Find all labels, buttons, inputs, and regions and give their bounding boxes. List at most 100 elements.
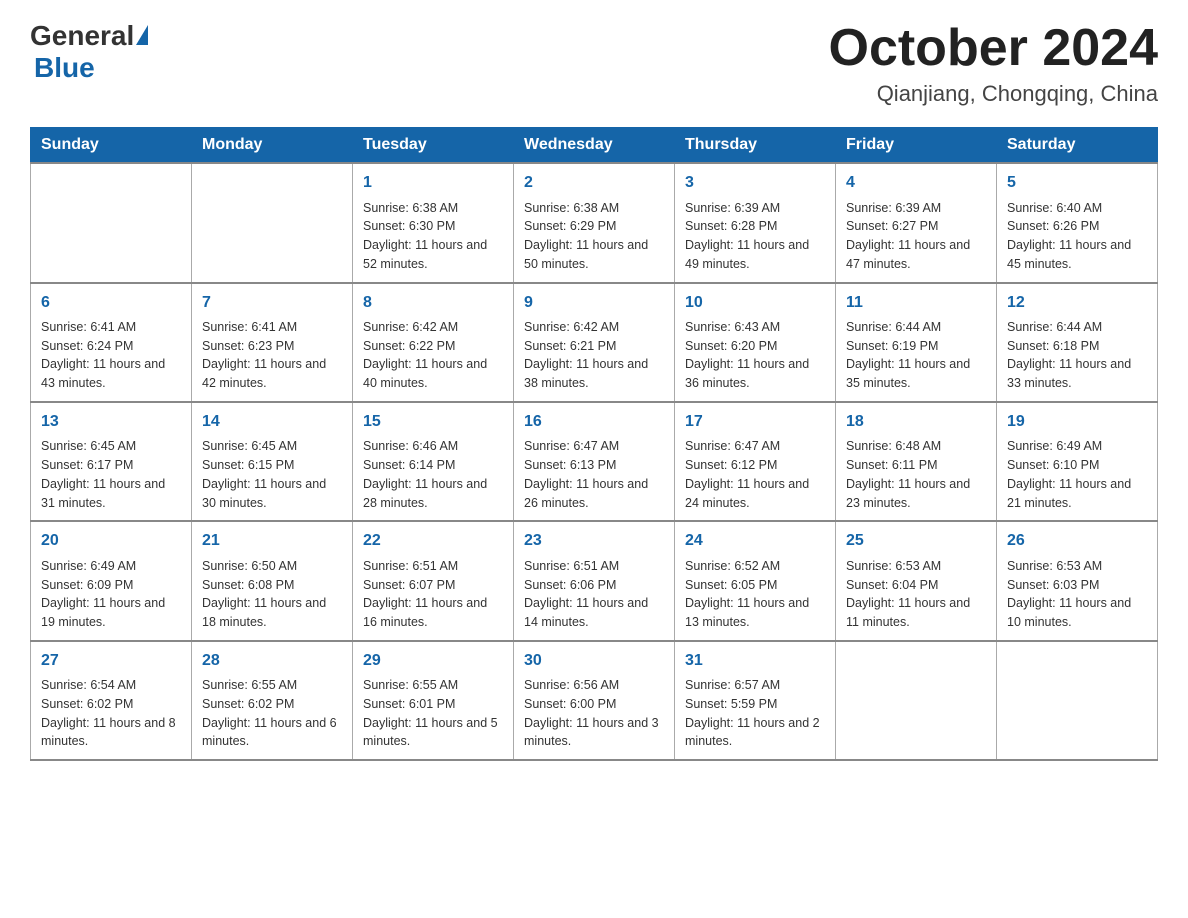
logo-area: General Blue — [30, 20, 148, 84]
day-info: Sunrise: 6:46 AMSunset: 6:14 PMDaylight:… — [363, 437, 503, 512]
day-info: Sunrise: 6:51 AMSunset: 6:06 PMDaylight:… — [524, 557, 664, 632]
column-header-wednesday: Wednesday — [514, 128, 675, 164]
day-cell: 18 Sunrise: 6:48 AMSunset: 6:11 PMDayligh… — [836, 402, 997, 521]
day-cell: 23 Sunrise: 6:51 AMSunset: 6:06 PMDayligh… — [514, 521, 675, 640]
day-cell: 4 Sunrise: 6:39 AMSunset: 6:27 PMDaylight… — [836, 163, 997, 282]
day-cell: 20 Sunrise: 6:49 AMSunset: 6:09 PMDayligh… — [31, 521, 192, 640]
day-number: 5 — [1007, 172, 1147, 194]
day-cell: 16 Sunrise: 6:47 AMSunset: 6:13 PMDayligh… — [514, 402, 675, 521]
day-info: Sunrise: 6:42 AMSunset: 6:22 PMDaylight:… — [363, 318, 503, 393]
day-cell: 24Sunrise: 6:52 AMSunset: 6:05 PMDayligh… — [675, 521, 836, 640]
day-cell: 26 Sunrise: 6:53 AMSunset: 6:03 PMDayligh… — [997, 521, 1158, 640]
day-number: 7 — [202, 292, 342, 314]
day-cell: 31Sunrise: 6:57 AMSunset: 5:59 PMDayligh… — [675, 641, 836, 760]
day-info: Sunrise: 6:47 AMSunset: 6:12 PMDaylight:… — [685, 437, 825, 512]
logo-triangle-icon — [136, 25, 148, 45]
day-number: 21 — [202, 530, 342, 552]
day-info: Sunrise: 6:42 AMSunset: 6:21 PMDaylight:… — [524, 318, 664, 393]
day-cell: 14Sunrise: 6:45 AMSunset: 6:15 PMDayligh… — [192, 402, 353, 521]
day-number: 27 — [41, 650, 181, 672]
day-info: Sunrise: 6:39 AMSunset: 6:27 PMDaylight:… — [846, 199, 986, 274]
day-cell — [836, 641, 997, 760]
day-info: Sunrise: 6:41 AMSunset: 6:24 PMDaylight:… — [41, 318, 181, 393]
day-number: 11 — [846, 292, 986, 314]
week-row-4: 20 Sunrise: 6:49 AMSunset: 6:09 PMDayligh… — [31, 521, 1158, 640]
day-info: Sunrise: 6:41 AMSunset: 6:23 PMDaylight:… — [202, 318, 342, 393]
day-cell: 27 Sunrise: 6:54 AMSunset: 6:02 PMDayligh… — [31, 641, 192, 760]
day-info: Sunrise: 6:56 AMSunset: 6:00 PMDaylight:… — [524, 676, 664, 751]
day-number: 19 — [1007, 411, 1147, 433]
day-cell — [31, 163, 192, 282]
day-cell: 13Sunrise: 6:45 AMSunset: 6:17 PMDayligh… — [31, 402, 192, 521]
day-info: Sunrise: 6:55 AMSunset: 6:02 PMDaylight:… — [202, 676, 342, 751]
day-number: 1 — [363, 172, 503, 194]
day-cell: 25Sunrise: 6:53 AMSunset: 6:04 PMDayligh… — [836, 521, 997, 640]
day-info: Sunrise: 6:54 AMSunset: 6:02 PMDaylight:… — [41, 676, 181, 751]
column-header-saturday: Saturday — [997, 128, 1158, 164]
day-number: 2 — [524, 172, 664, 194]
calendar-table: SundayMondayTuesdayWednesdayThursdayFrid… — [30, 127, 1158, 761]
day-cell: 29 Sunrise: 6:55 AMSunset: 6:01 PMDayligh… — [353, 641, 514, 760]
day-number: 30 — [524, 650, 664, 672]
logo-general-text: General — [30, 20, 134, 52]
day-number: 15 — [363, 411, 503, 433]
day-number: 23 — [524, 530, 664, 552]
day-number: 17 — [685, 411, 825, 433]
week-row-2: 6 Sunrise: 6:41 AMSunset: 6:24 PMDaylight… — [31, 283, 1158, 402]
day-cell: 19Sunrise: 6:49 AMSunset: 6:10 PMDayligh… — [997, 402, 1158, 521]
day-cell: 8Sunrise: 6:42 AMSunset: 6:22 PMDaylight… — [353, 283, 514, 402]
day-number: 4 — [846, 172, 986, 194]
column-header-tuesday: Tuesday — [353, 128, 514, 164]
day-number: 29 — [363, 650, 503, 672]
day-cell: 28 Sunrise: 6:55 AMSunset: 6:02 PMDayligh… — [192, 641, 353, 760]
header: General Blue October 2024 Qianjiang, Cho… — [30, 20, 1158, 107]
day-info: Sunrise: 6:47 AMSunset: 6:13 PMDaylight:… — [524, 437, 664, 512]
day-info: Sunrise: 6:43 AMSunset: 6:20 PMDaylight:… — [685, 318, 825, 393]
day-info: Sunrise: 6:44 AMSunset: 6:19 PMDaylight:… — [846, 318, 986, 393]
day-number: 18 — [846, 411, 986, 433]
day-info: Sunrise: 6:53 AMSunset: 6:04 PMDaylight:… — [846, 557, 986, 632]
day-cell — [192, 163, 353, 282]
day-number: 3 — [685, 172, 825, 194]
logo-blue-text: Blue — [34, 52, 95, 83]
day-info: Sunrise: 6:53 AMSunset: 6:03 PMDaylight:… — [1007, 557, 1147, 632]
day-number: 6 — [41, 292, 181, 314]
day-info: Sunrise: 6:45 AMSunset: 6:15 PMDaylight:… — [202, 437, 342, 512]
calendar-subtitle: Qianjiang, Chongqing, China — [829, 81, 1159, 107]
day-info: Sunrise: 6:51 AMSunset: 6:07 PMDaylight:… — [363, 557, 503, 632]
day-cell: 15 Sunrise: 6:46 AMSunset: 6:14 PMDayligh… — [353, 402, 514, 521]
day-number: 16 — [524, 411, 664, 433]
column-header-sunday: Sunday — [31, 128, 192, 164]
day-cell: 11 Sunrise: 6:44 AMSunset: 6:19 PMDayligh… — [836, 283, 997, 402]
day-number: 28 — [202, 650, 342, 672]
week-row-1: 1 Sunrise: 6:38 AMSunset: 6:30 PMDaylight… — [31, 163, 1158, 282]
column-header-monday: Monday — [192, 128, 353, 164]
column-header-thursday: Thursday — [675, 128, 836, 164]
day-info: Sunrise: 6:38 AMSunset: 6:29 PMDaylight:… — [524, 199, 664, 274]
day-info: Sunrise: 6:55 AMSunset: 6:01 PMDaylight:… — [363, 676, 503, 751]
day-number: 9 — [524, 292, 664, 314]
day-cell: 6 Sunrise: 6:41 AMSunset: 6:24 PMDaylight… — [31, 283, 192, 402]
day-info: Sunrise: 6:38 AMSunset: 6:30 PMDaylight:… — [363, 199, 503, 274]
day-cell: 9 Sunrise: 6:42 AMSunset: 6:21 PMDaylight… — [514, 283, 675, 402]
day-info: Sunrise: 6:49 AMSunset: 6:09 PMDaylight:… — [41, 557, 181, 632]
title-area: October 2024 Qianjiang, Chongqing, China — [829, 20, 1159, 107]
day-info: Sunrise: 6:48 AMSunset: 6:11 PMDaylight:… — [846, 437, 986, 512]
day-info: Sunrise: 6:39 AMSunset: 6:28 PMDaylight:… — [685, 199, 825, 274]
day-info: Sunrise: 6:45 AMSunset: 6:17 PMDaylight:… — [41, 437, 181, 512]
day-info: Sunrise: 6:50 AMSunset: 6:08 PMDaylight:… — [202, 557, 342, 632]
week-row-5: 27 Sunrise: 6:54 AMSunset: 6:02 PMDayligh… — [31, 641, 1158, 760]
day-cell: 17 Sunrise: 6:47 AMSunset: 6:12 PMDayligh… — [675, 402, 836, 521]
day-cell: 10Sunrise: 6:43 AMSunset: 6:20 PMDayligh… — [675, 283, 836, 402]
day-cell — [997, 641, 1158, 760]
column-header-friday: Friday — [836, 128, 997, 164]
calendar-title: October 2024 — [829, 20, 1159, 77]
day-number: 22 — [363, 530, 503, 552]
day-cell: 1 Sunrise: 6:38 AMSunset: 6:30 PMDaylight… — [353, 163, 514, 282]
day-cell: 30 Sunrise: 6:56 AMSunset: 6:00 PMDayligh… — [514, 641, 675, 760]
day-number: 20 — [41, 530, 181, 552]
day-info: Sunrise: 6:44 AMSunset: 6:18 PMDaylight:… — [1007, 318, 1147, 393]
day-info: Sunrise: 6:40 AMSunset: 6:26 PMDaylight:… — [1007, 199, 1147, 274]
day-cell: 21 Sunrise: 6:50 AMSunset: 6:08 PMDayligh… — [192, 521, 353, 640]
day-number: 26 — [1007, 530, 1147, 552]
